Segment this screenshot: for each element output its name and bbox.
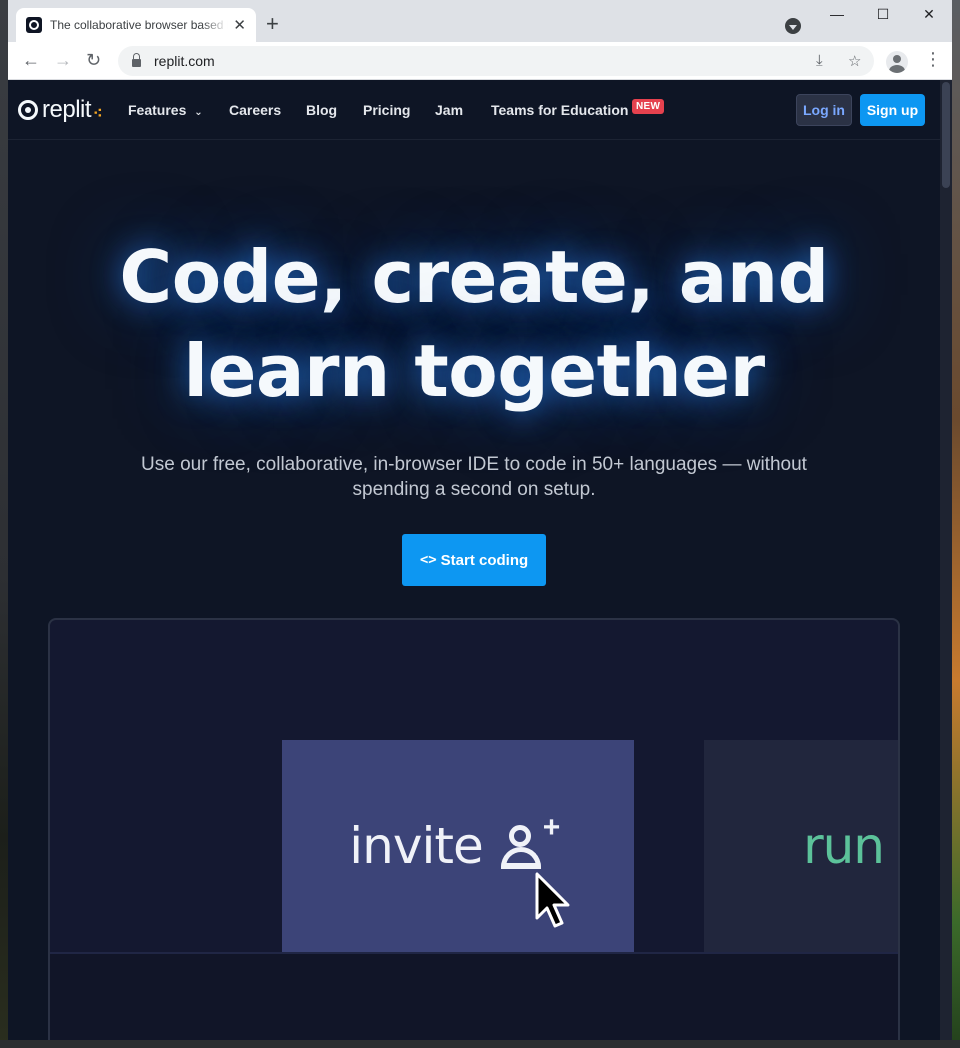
browser-toolbar: ← → ↻ replit.com ⤓ ☆ ⋮ — [8, 42, 952, 80]
desktop-background-left — [0, 0, 8, 1048]
address-bar[interactable]: replit.com ⤓ ☆ — [118, 46, 874, 76]
lock-icon — [132, 53, 141, 67]
logo-dots-icon: ⁖ — [93, 104, 103, 121]
page-scrollbar[interactable] — [940, 80, 952, 1040]
maximize-button[interactable]: ☐ — [868, 6, 898, 23]
back-arrow-icon[interactable]: ← — [22, 50, 40, 70]
invite-card: invite + — [282, 740, 634, 952]
add-user-icon: + — [500, 811, 567, 871]
nav-features-label: Features — [128, 102, 187, 118]
replit-logo[interactable]: replit ⁖ — [18, 98, 103, 122]
demo-lower-panel — [50, 952, 898, 1040]
nav-teams-for-education[interactable]: Teams for Education — [491, 102, 628, 118]
invite-label: invite — [349, 817, 483, 875]
site-header: replit ⁖ Features ⌄ Careers Blog Pricing… — [8, 80, 940, 140]
new-badge: NEW — [632, 99, 665, 114]
mouse-pointer-icon — [535, 872, 570, 928]
bookmark-star-icon[interactable]: ☆ — [848, 52, 861, 70]
tab-strip: The collaborative browser based IDE ✕ + … — [8, 0, 952, 42]
nav-careers[interactable]: Careers — [229, 102, 281, 118]
nav-jam[interactable]: Jam — [435, 102, 463, 118]
hero-title-line-2: learn together — [183, 329, 765, 413]
start-coding-button[interactable]: <> Start coding — [402, 534, 546, 586]
browser-menu-icon[interactable]: ⋮ — [924, 50, 942, 68]
url-text[interactable]: replit.com — [154, 53, 215, 69]
run-card: run — [704, 740, 898, 952]
browser-tab-active[interactable]: The collaborative browser based IDE ✕ — [16, 8, 256, 42]
page-viewport: replit ⁖ Features ⌄ Careers Blog Pricing… — [8, 80, 952, 1040]
nav-pricing[interactable]: Pricing — [363, 102, 410, 118]
run-label: run — [803, 817, 885, 875]
login-button[interactable]: Log in — [796, 94, 852, 126]
hero-title: Code, create, and learn together — [8, 230, 940, 418]
new-tab-button[interactable]: + — [266, 13, 279, 35]
tab-title: The collaborative browser based IDE — [50, 18, 228, 32]
forward-arrow-icon[interactable]: → — [54, 50, 72, 70]
replit-favicon-icon — [26, 17, 42, 33]
code-brackets-icon: <> — [419, 552, 437, 568]
demo-animation-frame: invite + run — [48, 618, 900, 1040]
browser-window: The collaborative browser based IDE ✕ + … — [8, 0, 952, 1040]
logo-text: replit — [42, 96, 92, 123]
minimize-button[interactable]: — — [822, 6, 852, 22]
hero-title-line-1: Code, create, and — [119, 235, 829, 319]
scrollbar-thumb[interactable] — [942, 82, 950, 188]
close-window-button[interactable]: ✕ — [914, 6, 944, 23]
desktop-taskbar-edge — [0, 1040, 960, 1048]
install-app-icon[interactable]: ⤓ — [816, 52, 823, 69]
reload-icon[interactable]: ↻ — [86, 50, 101, 70]
profile-avatar-icon[interactable] — [886, 51, 908, 73]
start-coding-label: Start coding — [440, 551, 529, 569]
replit-logo-icon — [18, 100, 38, 120]
desktop-background-right — [952, 0, 960, 1048]
signup-button[interactable]: Sign up — [860, 94, 925, 126]
tab-search-icon[interactable] — [785, 18, 801, 34]
chevron-down-icon: ⌄ — [194, 107, 203, 118]
nav-features[interactable]: Features ⌄ — [128, 102, 203, 118]
nav-blog[interactable]: Blog — [306, 102, 337, 118]
hero-subtitle: Use our free, collaborative, in-browser … — [141, 454, 807, 500]
tab-close-icon[interactable]: ✕ — [233, 16, 246, 34]
